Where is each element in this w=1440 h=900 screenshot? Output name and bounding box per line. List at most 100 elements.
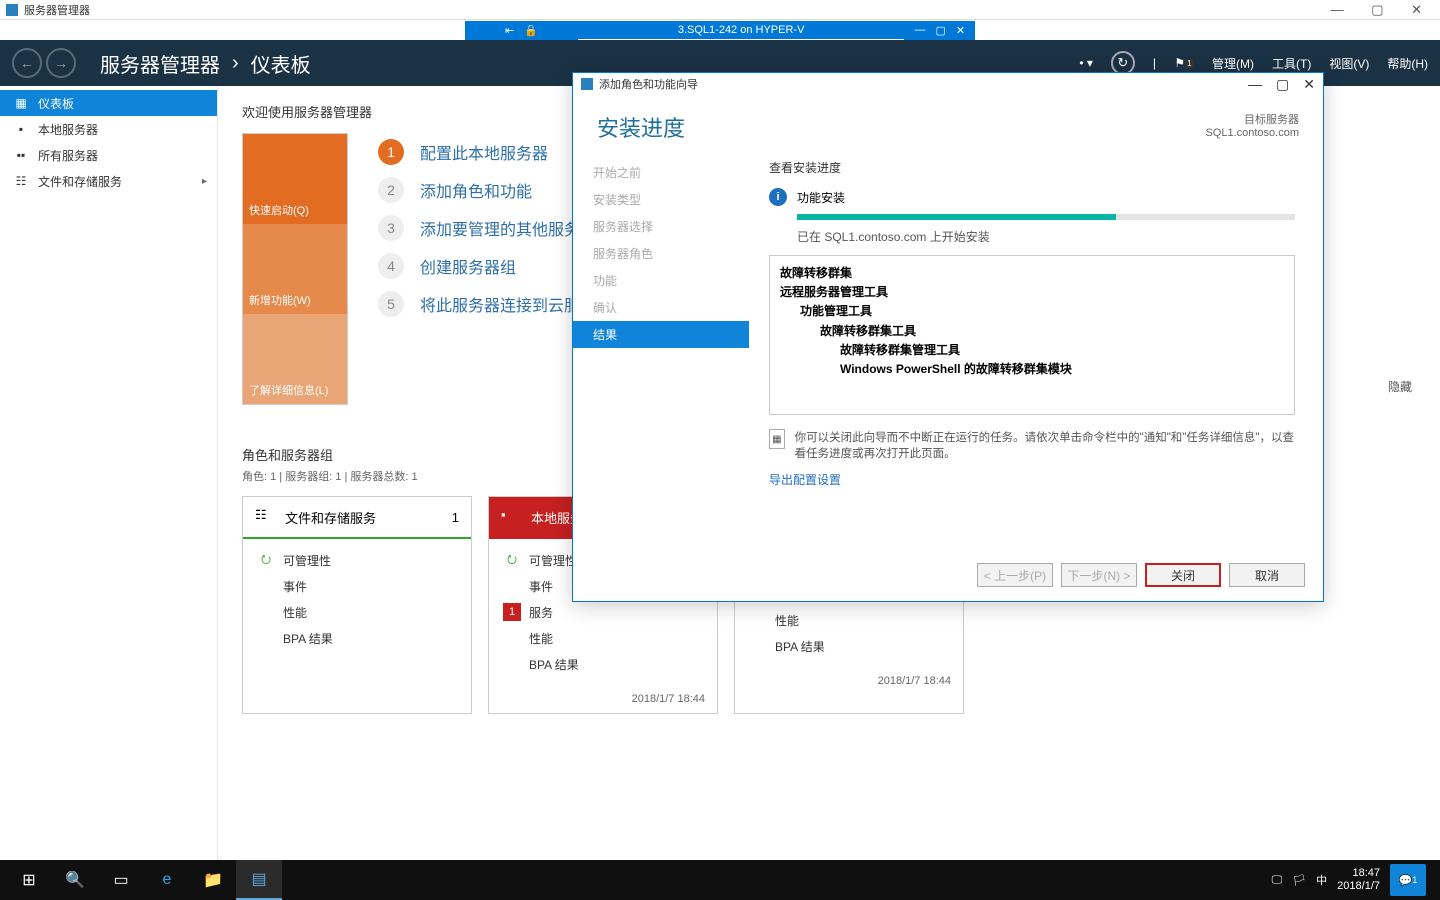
install-progress (797, 214, 1295, 220)
menu-tools[interactable]: 工具(T) (1272, 55, 1311, 72)
server-manager-taskbar-icon[interactable]: ▤ (236, 860, 282, 900)
outer-title-text: 服务器管理器 (24, 2, 90, 18)
minimize-button[interactable]: — (1248, 76, 1262, 93)
export-settings-link[interactable]: 导出配置设置 (769, 471, 841, 488)
nav-all-label: 所有服务器 (38, 147, 98, 164)
wnav-type: 安装类型 (573, 186, 749, 213)
row-manage: 可管理性 (529, 552, 577, 569)
target-label: 目标服务器 (1205, 111, 1299, 127)
storage-icon: ☷ (255, 507, 275, 527)
server-icon: ▪ (14, 122, 28, 136)
hide-link[interactable]: 隐藏 (1388, 378, 1412, 395)
result-line: 故障转移群集管理工具 (780, 341, 1284, 360)
wizard-hint: 你可以关闭此向导而不中断正在运行的任务。请依次单击命令栏中的"通知"和"任务详细… (795, 429, 1295, 461)
add-roles-wizard: 添加角色和功能向导 — ▢ ✕ 安装进度 目标服务器 SQL1.contoso.… (572, 72, 1324, 602)
tile-quickstart[interactable]: 快速启动(Q) (243, 134, 347, 224)
status-ok-icon: ⭮ (257, 550, 275, 571)
nav-local-server[interactable]: ▪本地服务器 (0, 116, 217, 142)
wnav-before: 开始之前 (573, 159, 749, 186)
card-title: 文件和存储服务 (285, 508, 376, 527)
row-services: 服务 (529, 604, 553, 621)
wizard-title: 添加角色和功能向导 (599, 76, 698, 92)
row-bpa: BPA 结果 (283, 630, 333, 647)
step-4[interactable]: 4创建服务器组 (378, 247, 596, 285)
step-3[interactable]: 3添加要管理的其他服务器 (378, 209, 596, 247)
breadcrumb-page: 仪表板 (251, 49, 311, 78)
menu-help[interactable]: 帮助(H) (1387, 55, 1428, 72)
next-button: 下一步(N) > (1061, 563, 1137, 587)
close-wizard-button[interactable]: 关闭 (1145, 563, 1221, 587)
step-2-label: 添加角色和功能 (420, 178, 532, 202)
row-events: 事件 (529, 578, 553, 595)
step-2[interactable]: 2添加角色和功能 (378, 171, 596, 209)
wnav-select: 服务器选择 (573, 213, 749, 240)
result-line: Windows PowerShell 的故障转移群集模块 (780, 360, 1284, 379)
quickstart-steps: 1配置此本地服务器 2添加角色和功能 3添加要管理的其他服务器 4创建服务器组 … (348, 133, 596, 405)
lock-icon: 🔒 (524, 24, 538, 37)
notif-count: 1 (1412, 875, 1417, 885)
close-button[interactable]: ✕ (1303, 76, 1315, 93)
hyperv-pin-tab[interactable]: ⇤🔒 (465, 21, 578, 40)
hyperv-window-controls[interactable]: —▢✕ (904, 21, 975, 40)
tray-ime-icon[interactable]: 中 (1316, 872, 1327, 888)
server-manager-icon (6, 4, 18, 16)
system-tray: 🖵 🏳 中 18:47 2018/1/7 💬1 (1272, 864, 1434, 896)
wnav-features: 功能 (573, 267, 749, 294)
install-started: 已在 SQL1.contoso.com 上开始安装 (797, 228, 1295, 245)
clock-date: 2018/1/7 (1337, 880, 1380, 893)
tile-whatsnew[interactable]: 新增功能(W) (243, 224, 347, 314)
wnav-results[interactable]: 结果 (573, 321, 749, 348)
start-button[interactable]: ⊞ (6, 860, 52, 900)
ie-icon[interactable]: e (144, 860, 190, 900)
info-icon: i (769, 188, 787, 206)
servers-icon: ▪▪ (14, 148, 28, 162)
tray-display-icon[interactable]: 🖵 (1272, 874, 1283, 887)
wizard-buttons: < 上一步(P) 下一步(N) > 关闭 取消 (977, 563, 1305, 587)
breadcrumb: 服务器管理器 › 仪表板 (100, 49, 311, 78)
nav-files-label: 文件和存储服务 (38, 173, 122, 190)
search-button[interactable]: 🔍 (52, 860, 98, 900)
nav-dashboard[interactable]: ▦仪表板 (0, 90, 217, 116)
result-line: 故障转移群集 (780, 264, 1284, 283)
nav-file-services[interactable]: ☷文件和存储服务▸ (0, 168, 217, 194)
notification-center[interactable]: 💬1 (1390, 864, 1426, 896)
card-file-services[interactable]: ☷文件和存储服务1 ⭮可管理性 事件 性能 BPA 结果 (242, 496, 472, 714)
explorer-icon[interactable]: 📁 (190, 860, 236, 900)
menu-view[interactable]: 视图(V) (1329, 55, 1369, 72)
card-timestamp: 2018/1/7 18:44 (489, 685, 717, 713)
outer-window-controls[interactable]: — ▢ ✕ (1331, 2, 1434, 18)
result-line: 故障转移群集工具 (780, 322, 1284, 341)
step-1[interactable]: 1配置此本地服务器 (378, 133, 596, 171)
menu-manage[interactable]: 管理(M) (1212, 55, 1254, 72)
install-label: 功能安装 (797, 189, 845, 206)
tile-learnmore[interactable]: 了解详细信息(L) (243, 314, 347, 404)
welcome-tiles: 快速启动(Q) 新增功能(W) 了解详细信息(L) (242, 133, 348, 405)
taskbar: ⊞ 🔍 ▭ e 📁 ▤ 🖵 🏳 中 18:47 2018/1/7 💬1 (0, 860, 1440, 900)
dropdown-icon[interactable]: • ▾ (1079, 56, 1093, 70)
taskview-button[interactable]: ▭ (98, 860, 144, 900)
wnav-confirm: 确认 (573, 294, 749, 321)
left-nav: ▦仪表板 ▪本地服务器 ▪▪ 所有服务器 ☷文件和存储服务▸ (0, 86, 218, 880)
maximize-button[interactable]: ▢ (1276, 76, 1289, 93)
tray-network-icon[interactable]: 🏳 (1292, 874, 1306, 887)
row-perf: 性能 (529, 630, 553, 647)
forward-button[interactable]: → (46, 48, 76, 78)
step-5[interactable]: 5将此服务器连接到云服务 (378, 285, 596, 323)
clock[interactable]: 18:47 2018/1/7 (1337, 867, 1380, 893)
server-icon: ▪ (501, 507, 521, 527)
wnav-roles: 服务器角色 (573, 240, 749, 267)
flag-notification-icon[interactable]: ⚑1 (1174, 53, 1194, 73)
nav-all-servers[interactable]: ▪▪ 所有服务器 (0, 142, 217, 168)
row-bpa: BPA 结果 (529, 656, 579, 673)
wizard-titlebar: 添加角色和功能向导 — ▢ ✕ (573, 73, 1323, 95)
status-error-icon: 1 (503, 603, 521, 621)
step-5-label: 将此服务器连接到云服务 (420, 292, 596, 316)
breadcrumb-app: 服务器管理器 (100, 49, 220, 78)
step-1-label: 配置此本地服务器 (420, 140, 548, 164)
wizard-subtitle: 查看安装进度 (769, 159, 1295, 176)
step-3-label: 添加要管理的其他服务器 (420, 216, 596, 240)
cancel-button[interactable]: 取消 (1229, 563, 1305, 587)
wizard-heading: 安装进度 (597, 111, 685, 143)
chevron-right-icon: › (232, 52, 239, 75)
back-button[interactable]: ← (12, 48, 42, 78)
